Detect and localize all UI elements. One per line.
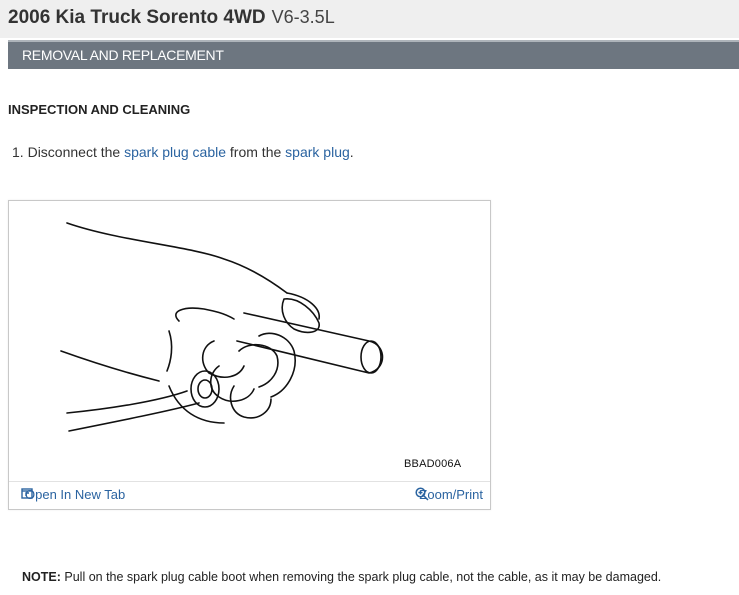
cable-lower bbox=[68, 402, 200, 432]
thumb bbox=[281, 298, 320, 334]
step-number: 1. bbox=[12, 144, 24, 160]
knuckle-2 bbox=[229, 385, 272, 419]
step-text-before: Disconnect the bbox=[27, 144, 121, 160]
step-text-after: . bbox=[349, 144, 354, 160]
section-header: REMOVAL AND REPLACEMENT bbox=[8, 40, 739, 69]
illustration-figure: BBAD006A Open In New Tab Zoom/Print bbox=[8, 200, 491, 510]
procedure-step: 1. Disconnect the spark plug cable from … bbox=[12, 144, 354, 160]
note-label: NOTE: bbox=[22, 570, 61, 584]
finger-4 bbox=[238, 343, 279, 388]
zoom-print-link[interactable]: Zoom/Print bbox=[415, 487, 483, 502]
wrist-line bbox=[60, 350, 160, 382]
vehicle-title: 2006 Kia Truck Sorento 4WD V6-3.5L bbox=[8, 7, 335, 29]
boot-end bbox=[360, 340, 382, 374]
open-in-new-tab-link[interactable]: Open In New Tab bbox=[21, 487, 125, 502]
cable-connector bbox=[190, 370, 220, 408]
palm-line bbox=[168, 385, 225, 424]
finger-1 bbox=[175, 307, 235, 322]
engine-label: V6-3.5L bbox=[271, 7, 335, 27]
figure-divider bbox=[9, 481, 490, 482]
forearm-upper-line bbox=[66, 222, 288, 294]
open-in-new-tab-label: Open In New Tab bbox=[25, 487, 126, 502]
cable-connector-inner bbox=[197, 379, 213, 399]
figure-code: BBAD006A bbox=[404, 458, 462, 470]
note-paragraph: NOTE: Pull on the spark plug cable boot … bbox=[22, 570, 661, 584]
spark-plug-cable-link[interactable]: spark plug cable bbox=[124, 144, 226, 160]
spark-plug-illustration[interactable] bbox=[9, 201, 490, 479]
spark-plug-link[interactable]: spark plug bbox=[285, 144, 350, 160]
title-bar: 2006 Kia Truck Sorento 4WD V6-3.5L bbox=[0, 0, 739, 38]
finger-2 bbox=[166, 330, 173, 372]
vehicle-name: 2006 Kia Truck Sorento 4WD bbox=[8, 7, 266, 28]
procedure-subheading: INSPECTION AND CLEANING bbox=[8, 102, 191, 117]
boot-tube bbox=[236, 312, 384, 374]
step-text-middle: from the bbox=[229, 144, 282, 160]
note-text: Pull on the spark plug cable boot when r… bbox=[64, 570, 662, 584]
section-title: REMOVAL AND REPLACEMENT bbox=[22, 47, 224, 63]
